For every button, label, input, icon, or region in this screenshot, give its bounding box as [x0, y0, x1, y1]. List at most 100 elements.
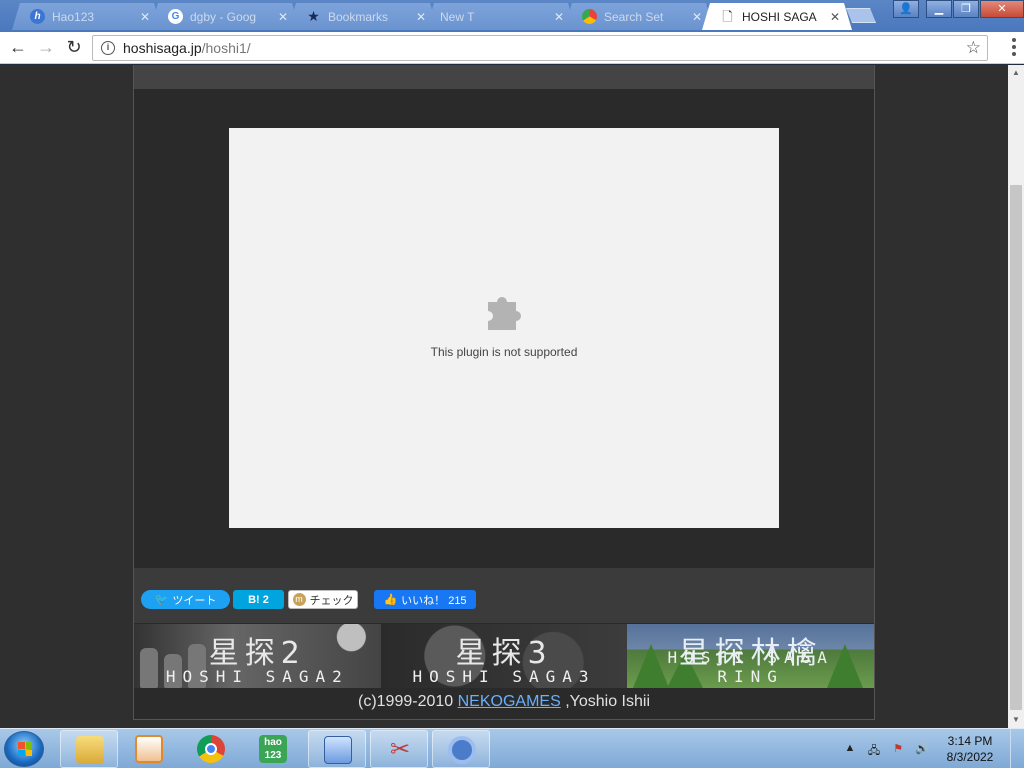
tab-google[interactable]: G dgby - Goog ✕	[150, 3, 300, 30]
copyright-suffix: ,Yoshio Ishii	[560, 693, 650, 710]
menu-icon[interactable]	[1012, 38, 1016, 56]
folder-shape	[76, 736, 104, 764]
info-icon[interactable]: i	[101, 41, 115, 55]
banner-hoshi-saga-3[interactable]: 星探3 HOSHI SAGA3	[380, 624, 628, 688]
google-icon: G	[168, 9, 183, 24]
user-icon[interactable]: 👤	[893, 0, 919, 18]
tab-label: Bookmarks	[328, 9, 389, 24]
forward-arrow-icon[interactable]: →	[32, 34, 60, 62]
copyright-line: (c)1999-2010 NEKOGAMES ,Yoshio Ishii	[134, 693, 874, 711]
address-bar[interactable]: i hoshisaga.jp /hoshi1/ ☆	[92, 35, 988, 61]
tab-label: Search Set	[604, 9, 664, 24]
close-icon[interactable]: ✕	[414, 10, 428, 24]
browser-toolbar: ← → ↻ i hoshisaga.jp /hoshi1/ ☆	[0, 32, 1024, 64]
hao123-icon[interactable]: hao 123	[244, 730, 302, 768]
action-center-flag-icon[interactable]: ⚑	[890, 742, 906, 756]
close-window-button[interactable]: ✕	[980, 0, 1024, 18]
mixi-icon: m	[292, 593, 306, 606]
banner-subtitle: HOSHI SAGA2	[165, 667, 349, 686]
clock-date: 8/3/2022	[946, 750, 994, 764]
tab-new-tab[interactable]: New T ✕	[426, 3, 576, 30]
page-icon: 🗋	[722, 9, 733, 24]
hatena-label: B! 2	[248, 593, 269, 606]
snipping-tool-icon[interactable]: ✂	[370, 730, 428, 768]
banner-hoshi-saga-ring[interactable]: 星探林檎 HOSHI SAGA RING	[627, 624, 875, 688]
scroll-down-arrow-icon[interactable]: ▼	[1008, 712, 1024, 728]
minimize-button[interactable]: ▁	[926, 0, 952, 18]
clock-time: 3:14 PM	[947, 734, 993, 748]
reload-icon[interactable]: ↻	[60, 34, 88, 62]
url-host: hoshisaga.jp	[123, 40, 202, 56]
search-settings-icon	[582, 9, 597, 24]
scrollbar-thumb[interactable]	[1010, 185, 1022, 710]
close-icon[interactable]: ✕	[828, 10, 842, 24]
media-player-icon[interactable]	[120, 730, 178, 768]
tab-bookmarks[interactable]: ★ Bookmarks ✕	[288, 3, 438, 30]
chrome-shape	[197, 735, 225, 763]
mixi-label: チェック	[309, 594, 354, 607]
system-tray: ▲ 🖧 ⚑ 🔊 3:14 PM 8/3/2022	[838, 729, 1024, 768]
hao123-shape: hao 123	[259, 735, 287, 763]
window-controls: 👤 ▁ ❐ ✕	[892, 0, 1024, 18]
banner-subtitle: HOSHI SAGA3	[412, 667, 596, 686]
file-explorer-icon[interactable]	[60, 730, 118, 768]
tab-hoshi-saga[interactable]: 🗋 HOSHI SAGA ✕	[702, 3, 852, 30]
tab-hao123[interactable]: h Hao123 ✕	[12, 3, 162, 30]
banner-hoshi-saga-2[interactable]: 星探2 HOSHI SAGA2	[134, 624, 381, 688]
star-icon: ★	[307, 8, 320, 24]
tab-strip: h Hao123 ✕ G dgby - Goog ✕ ★ Bookmarks ✕…	[0, 0, 1024, 32]
chromium-icon[interactable]	[432, 730, 490, 768]
tab-label: dgby - Goog	[190, 9, 257, 24]
close-icon[interactable]: ✕	[276, 10, 290, 24]
banner-title: 星探2	[208, 636, 306, 671]
close-icon[interactable]: ✕	[690, 10, 704, 24]
bookmark-star-icon[interactable]: ☆	[966, 38, 981, 58]
social-buttons: 🐦 ツイート B! 2 m チェック 👍 いいね！ 215	[134, 568, 874, 623]
page-top-bar	[134, 65, 874, 89]
banner-title: 星探3	[455, 636, 553, 671]
game-banners: 星探2 HOSHI SAGA2 星探3 HOSHI SAGA3 星探林檎 HOS…	[134, 624, 875, 688]
hatena-bookmark-button[interactable]: B! 2	[233, 590, 284, 609]
url-path: /hoshi1/	[201, 40, 251, 56]
restore-button[interactable]: ❐	[953, 0, 979, 18]
tab-label: New T	[440, 9, 475, 24]
media-shape	[135, 735, 163, 763]
new-tab-button[interactable]	[846, 8, 876, 23]
taskbar: hao 123 ✂ ▲ 🖧 ⚑ 🔊 3:14 PM 8/3/2022	[0, 728, 1024, 768]
system-clock[interactable]: 3:14 PM 8/3/2022	[934, 733, 1006, 765]
plugin-placeholder[interactable]: This plugin is not supported	[229, 128, 779, 528]
chrome-icon[interactable]	[182, 730, 240, 768]
start-button[interactable]	[4, 731, 44, 767]
scroll-up-arrow-icon[interactable]: ▲	[1008, 65, 1024, 81]
network-icon[interactable]: 🖧	[866, 742, 882, 757]
tab-label: Hao123	[52, 9, 95, 24]
tab-label: HOSHI SAGA	[742, 9, 817, 24]
close-icon[interactable]: ✕	[552, 10, 566, 24]
windows-logo-icon	[18, 742, 32, 756]
chromium-shape	[448, 736, 476, 764]
content-column: This plugin is not supported 🐦 ツイート B! 2…	[133, 65, 875, 720]
show-hidden-icons-arrow-icon[interactable]: ▲	[842, 742, 858, 756]
mixi-check-button[interactable]: m チェック	[288, 590, 358, 609]
hao123-favicon-icon: h	[30, 9, 45, 24]
close-icon[interactable]: ✕	[138, 10, 152, 24]
puzzle-piece-icon	[488, 297, 521, 330]
scissors-shape: ✂	[389, 736, 411, 763]
tab-search-settings[interactable]: Search Set ✕	[564, 3, 714, 30]
nekogames-link[interactable]: NEKOGAMES	[458, 693, 561, 710]
like-label: いいね！ 215	[401, 594, 467, 607]
copyright-prefix: (c)1999-2010	[357, 693, 458, 710]
vertical-scrollbar[interactable]: ▲ ▼	[1008, 65, 1024, 728]
show-desktop-button[interactable]	[1010, 729, 1024, 768]
control-panel-icon[interactable]	[308, 730, 366, 768]
facebook-like-button[interactable]: 👍 いいね！ 215	[374, 590, 476, 609]
banner-subtitle: HOSHI SAGA RING	[667, 648, 834, 686]
thumbs-up-icon: 👍	[383, 594, 398, 606]
tweet-label: ツイート	[172, 594, 217, 607]
monitor-shape	[324, 736, 352, 764]
back-arrow-icon[interactable]: ←	[4, 34, 32, 62]
bird-icon: 🐦	[154, 594, 169, 606]
tweet-button[interactable]: 🐦 ツイート	[141, 590, 230, 609]
volume-icon[interactable]: 🔊	[914, 742, 930, 756]
page-viewport: This plugin is not supported 🐦 ツイート B! 2…	[0, 65, 1008, 728]
